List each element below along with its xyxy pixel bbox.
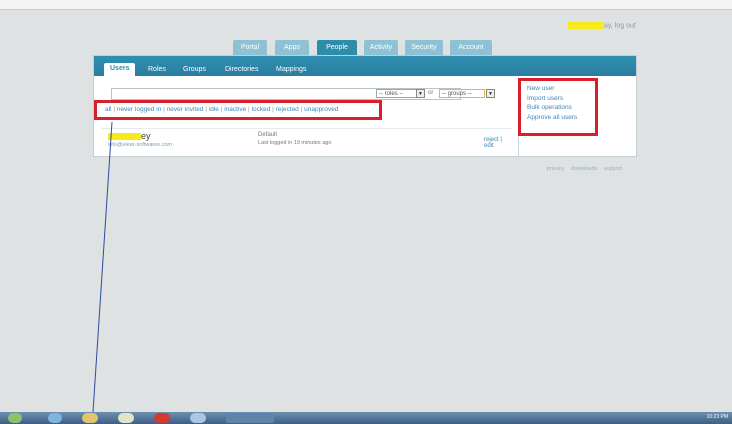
active-window-button[interactable] — [226, 413, 274, 423]
chrome-icon[interactable] — [154, 413, 170, 423]
system-clock: 10:23 PM — [706, 414, 728, 420]
windows-taskbar: 10:23 PM — [0, 412, 732, 424]
media-icon[interactable] — [118, 413, 134, 423]
ie-icon[interactable] — [48, 413, 62, 423]
annotation-arrow — [92, 121, 113, 413]
app-icon[interactable] — [190, 413, 206, 423]
folder-icon[interactable] — [82, 413, 98, 423]
start-button-icon[interactable] — [8, 413, 22, 423]
